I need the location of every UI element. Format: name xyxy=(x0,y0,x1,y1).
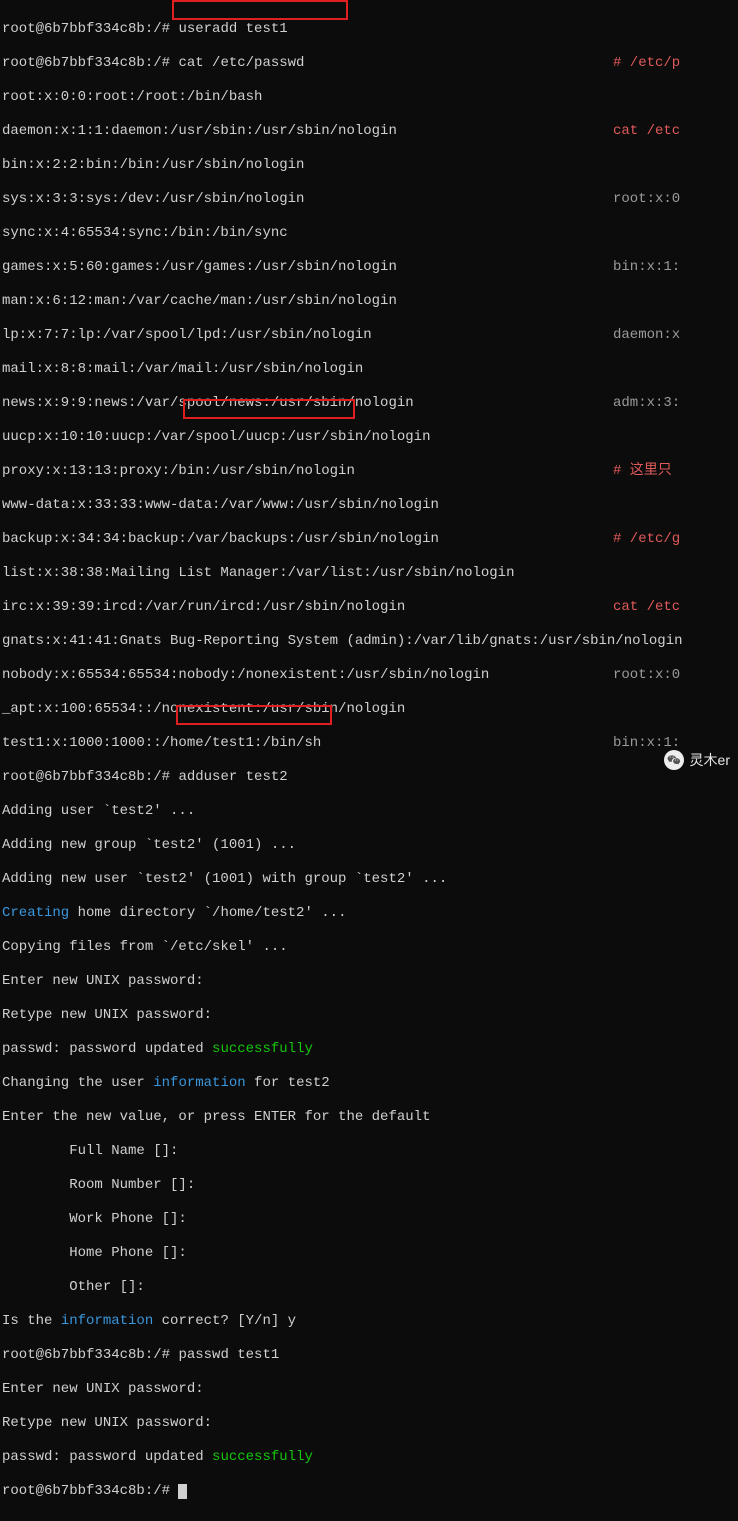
adduser-field: Room Number []: xyxy=(2,1177,613,1194)
sidebar-line: root:x:0 xyxy=(613,667,738,684)
adduser-out: home directory `/home/test2' ... xyxy=(69,905,346,921)
passwd-line: bin:x:2:2:bin:/bin:/usr/sbin/nologin xyxy=(2,157,613,174)
adduser-out: Creating xyxy=(2,905,69,921)
passwd-out: passwd: password updated xyxy=(2,1449,212,1465)
adduser-out: successfully xyxy=(212,1041,313,1057)
prompt: root@6b7bbf334c8b:/# xyxy=(2,1347,178,1363)
adduser-out: information xyxy=(153,1075,245,1091)
adduser-field: Work Phone []: xyxy=(2,1211,613,1228)
passwd-out: Retype new UNIX password: xyxy=(2,1415,613,1432)
sidebar-line: cat /etc xyxy=(613,599,738,616)
sidebar-line xyxy=(613,633,738,650)
sidebar-line: # /etc/g xyxy=(613,531,738,548)
adduser-out: Enter new UNIX password: xyxy=(2,973,613,990)
adduser-out: Copying files from `/etc/skel' ... xyxy=(2,939,613,956)
prompt: root@6b7bbf334c8b:/# xyxy=(2,21,178,37)
passwd-line: sys:x:3:3:sys:/dev:/usr/sbin/nologin xyxy=(2,191,613,208)
sidebar-line xyxy=(613,225,738,242)
cmd-adduser: adduser test2 xyxy=(178,769,287,785)
sidebar-line xyxy=(613,701,738,718)
adduser-out: Adding new user `test2' (1001) with grou… xyxy=(2,871,613,888)
sidebar-line: daemon:x xyxy=(613,327,738,344)
passwd-out: successfully xyxy=(212,1449,313,1465)
highlight-box xyxy=(183,399,355,419)
passwd-line: man:x:6:12:man:/var/cache/man:/usr/sbin/… xyxy=(2,293,613,310)
prompt: root@6b7bbf334c8b:/# xyxy=(2,1483,178,1499)
adduser-out: Adding user `test2' ... xyxy=(2,803,613,820)
passwd-line: lp:x:7:7:lp:/var/spool/lpd:/usr/sbin/nol… xyxy=(2,327,613,344)
passwd-line: root:x:0:0:root:/root:/bin/bash xyxy=(2,89,613,106)
passwd-line: test1:x:1000:1000::/home/test1:/bin/sh xyxy=(2,735,613,752)
adduser-out: Enter the new value, or press ENTER for … xyxy=(2,1109,613,1126)
adduser-field: Other []: xyxy=(2,1279,613,1296)
sidebar-line xyxy=(613,429,738,446)
passwd-line: uucp:x:10:10:uucp:/var/spool/uucp:/usr/s… xyxy=(2,429,613,446)
cmd-cat: cat /etc/passwd xyxy=(178,55,304,71)
adduser-out: Changing the user xyxy=(2,1075,153,1091)
highlight-box xyxy=(176,705,332,725)
adduser-out: information xyxy=(61,1313,153,1329)
wechat-icon xyxy=(664,750,684,770)
adduser-out: Retype new UNIX password: xyxy=(2,1007,613,1024)
sidebar-line xyxy=(613,361,738,378)
watermark: 灵木er xyxy=(664,750,730,770)
cmd-useradd: useradd test1 xyxy=(178,21,287,37)
adduser-out: for test2 xyxy=(246,1075,330,1091)
sidebar-line: cat /etc xyxy=(613,123,738,140)
passwd-line: sync:x:4:65534:sync:/bin:/bin/sync xyxy=(2,225,613,242)
sidebar-line: bin:x:1: xyxy=(613,259,738,276)
sidebar-line xyxy=(613,565,738,582)
passwd-line: daemon:x:1:1:daemon:/usr/sbin:/usr/sbin/… xyxy=(2,123,613,140)
passwd-line: games:x:5:60:games:/usr/games:/usr/sbin/… xyxy=(2,259,613,276)
sidebar-panel: # /etc/p cat /etc root:x:0 bin:x:1: daem… xyxy=(613,0,738,800)
prompt: root@6b7bbf334c8b:/# xyxy=(2,55,178,71)
sidebar-line xyxy=(613,157,738,174)
adduser-field: Full Name []: xyxy=(2,1143,613,1160)
adduser-out: passwd: password updated xyxy=(2,1041,212,1057)
cmd-passwd: passwd test1 xyxy=(178,1347,279,1363)
passwd-line: www-data:x:33:33:www-data:/var/www:/usr/… xyxy=(2,497,613,514)
sidebar-line: # 这里只 xyxy=(613,463,738,480)
sidebar-line xyxy=(613,497,738,514)
sidebar-line xyxy=(613,89,738,106)
highlight-box xyxy=(172,0,348,20)
adduser-out: Is the xyxy=(2,1313,61,1329)
passwd-line: mail:x:8:8:mail:/var/mail:/usr/sbin/nolo… xyxy=(2,361,613,378)
cursor xyxy=(178,1484,187,1499)
sidebar-line: root:x:0 xyxy=(613,191,738,208)
terminal-output: root@6b7bbf334c8b:/# useradd test1 root@… xyxy=(0,0,615,1521)
watermark-text: 灵木er xyxy=(690,752,730,769)
adduser-out: Adding new group `test2' (1001) ... xyxy=(2,837,613,854)
passwd-out: Enter new UNIX password: xyxy=(2,1381,613,1398)
passwd-line: nobody:x:65534:65534:nobody:/nonexistent… xyxy=(2,667,613,684)
sidebar-line: # /etc/p xyxy=(613,55,738,72)
sidebar-line: adm:x:3: xyxy=(613,395,738,412)
sidebar-line xyxy=(613,769,738,786)
passwd-line: proxy:x:13:13:proxy:/bin:/usr/sbin/nolog… xyxy=(2,463,613,480)
passwd-line: backup:x:34:34:backup:/var/backups:/usr/… xyxy=(2,531,613,548)
passwd-line: irc:x:39:39:ircd:/var/run/ircd:/usr/sbin… xyxy=(2,599,613,616)
adduser-field: Home Phone []: xyxy=(2,1245,613,1262)
sidebar-line xyxy=(613,21,738,38)
sidebar-line xyxy=(613,293,738,310)
prompt: root@6b7bbf334c8b:/# xyxy=(2,769,178,785)
adduser-out: correct? [Y/n] y xyxy=(153,1313,296,1329)
passwd-line: list:x:38:38:Mailing List Manager:/var/l… xyxy=(2,565,613,582)
passwd-line: gnats:x:41:41:Gnats Bug-Reporting System… xyxy=(2,633,613,650)
